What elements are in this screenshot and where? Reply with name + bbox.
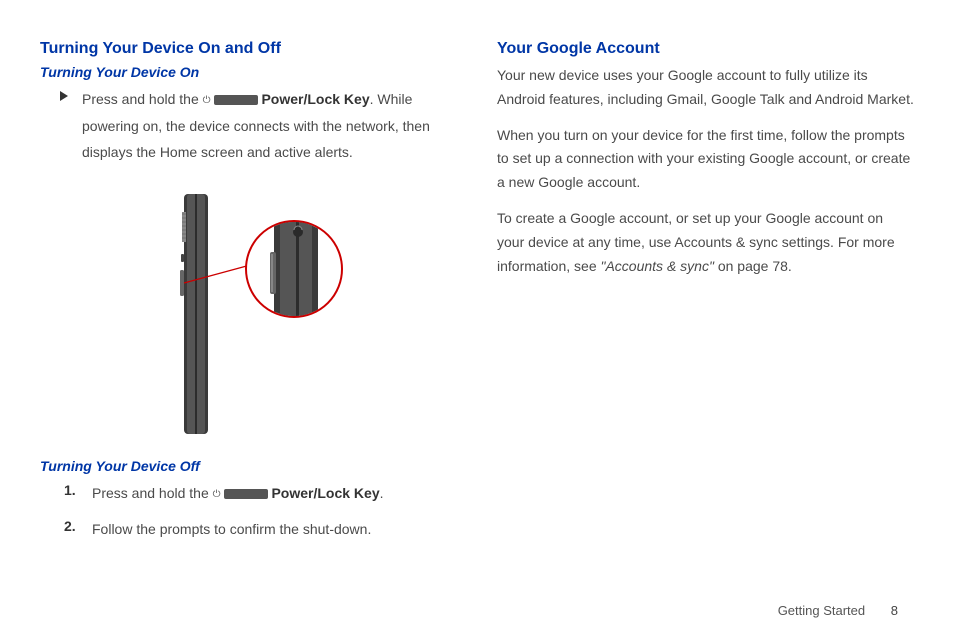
- heading-turning-on-off: Turning Your Device On and Off: [40, 40, 457, 58]
- power-bar-icon: [214, 95, 258, 105]
- left-column: Turning Your Device On and Off Turning Y…: [40, 40, 457, 616]
- right-column: Your Google Account Your new device uses…: [497, 40, 914, 616]
- power-symbol-icon: ⏻: [213, 485, 221, 504]
- power-key-inline-icon: ⏻: [203, 91, 258, 110]
- power-symbol-icon: ⏻: [203, 91, 211, 110]
- turn-on-pre: Press and hold the: [82, 91, 203, 107]
- power-key-label: Power/Lock Key: [261, 91, 369, 107]
- google-para-2: When you turn on your device for the fir…: [497, 124, 914, 195]
- power-bar-icon: [224, 489, 268, 499]
- off-post: .: [380, 485, 384, 501]
- footer-page-number: 8: [891, 603, 898, 618]
- device-illustration-icon: [144, 184, 354, 444]
- step-text: Follow the prompts to confirm the shut-d…: [92, 516, 371, 543]
- power-key-inline-icon: ⏻: [213, 485, 268, 504]
- p3-ref: "Accounts & sync": [601, 258, 714, 274]
- step-number: 2.: [64, 516, 80, 537]
- turn-off-steps: 1. Press and hold the ⏻ Power/Lock Key. …: [64, 480, 457, 543]
- device-figure: [40, 184, 457, 444]
- turn-on-text: Press and hold the ⏻ Power/Lock Key. Whi…: [82, 86, 457, 166]
- power-key-label: Power/Lock Key: [271, 485, 379, 501]
- turn-on-step: Press and hold the ⏻ Power/Lock Key. Whi…: [60, 86, 457, 166]
- play-bullet-icon: [60, 91, 68, 101]
- heading-turning-on: Turning Your Device On: [40, 64, 457, 80]
- footer-section: Getting Started: [778, 603, 865, 618]
- p3-post: on page 78.: [714, 258, 792, 274]
- off-pre: Press and hold the: [92, 485, 213, 501]
- heading-turning-off: Turning Your Device Off: [40, 458, 457, 474]
- list-item: 2. Follow the prompts to confirm the shu…: [64, 516, 457, 543]
- google-para-3: To create a Google account, or set up yo…: [497, 207, 914, 278]
- google-para-1: Your new device uses your Google account…: [497, 64, 914, 112]
- list-item: 1. Press and hold the ⏻ Power/Lock Key.: [64, 480, 457, 507]
- page-footer: Getting Started 8: [778, 603, 898, 618]
- heading-google-account: Your Google Account: [497, 40, 914, 58]
- step-number: 1.: [64, 480, 80, 501]
- step-text: Press and hold the ⏻ Power/Lock Key.: [92, 480, 384, 507]
